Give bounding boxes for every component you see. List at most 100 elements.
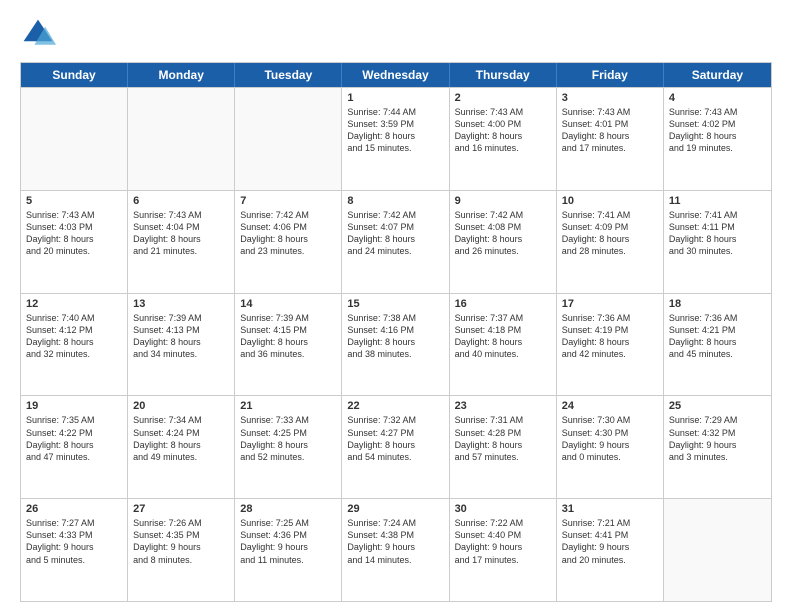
day-info: Sunrise: 7:33 AM Sunset: 4:25 PM Dayligh… (240, 414, 336, 463)
header-day-sunday: Sunday (21, 63, 128, 87)
calendar-day-empty (664, 499, 771, 601)
calendar-day-31: 31Sunrise: 7:21 AM Sunset: 4:41 PM Dayli… (557, 499, 664, 601)
calendar-day-29: 29Sunrise: 7:24 AM Sunset: 4:38 PM Dayli… (342, 499, 449, 601)
calendar-day-empty (128, 88, 235, 190)
day-info: Sunrise: 7:30 AM Sunset: 4:30 PM Dayligh… (562, 414, 658, 463)
day-info: Sunrise: 7:43 AM Sunset: 4:00 PM Dayligh… (455, 106, 551, 155)
day-info: Sunrise: 7:42 AM Sunset: 4:08 PM Dayligh… (455, 209, 551, 258)
calendar-day-17: 17 Sunrise: 7:36 AM Sunset: 4:19 PM Dayli… (557, 294, 664, 396)
day-info: Sunrise: 7:35 AM Sunset: 4:22 PM Dayligh… (26, 414, 122, 463)
day-number: 4 (669, 92, 766, 104)
calendar-day-5: 5 Sunrise: 7:43 AM Sunset: 4:03 PM Daylig… (21, 191, 128, 293)
day-number: 19 (26, 400, 122, 412)
day-number: 8 (347, 195, 443, 207)
day-info: Sunrise: 7:38 AM Sunset: 4:16 PM Dayligh… (347, 312, 443, 361)
calendar-day-30: 30 Sunrise: 7:22 AM Sunset: 4:40 PM Dayli… (450, 499, 557, 601)
calendar-day-26: 26 Sunrise: 7:27 AM Sunset: 4:33 PM Dayli… (21, 499, 128, 601)
day-number: 16 (455, 298, 551, 310)
day-number: 25 (669, 400, 766, 412)
calendar-day-2: 2 Sunrise: 7:43 AM Sunset: 4:00 PM Daylig… (450, 88, 557, 190)
calendar-day-24: 24Sunrise: 7:30 AM Sunset: 4:30 PM Dayli… (557, 396, 664, 498)
day-info: Sunrise: 7:27 AM Sunset: 4:33 PM Dayligh… (26, 517, 122, 566)
day-info: Sunrise: 7:41 AM Sunset: 4:09 PM Dayligh… (562, 209, 658, 258)
calendar-row-5: 26 Sunrise: 7:27 AM Sunset: 4:33 PM Dayli… (21, 498, 771, 601)
day-info: Sunrise: 7:39 AM Sunset: 4:13 PM Dayligh… (133, 312, 229, 361)
logo (20, 16, 60, 52)
calendar-day-28: 28 Sunrise: 7:25 AM Sunset: 4:36 PM Dayli… (235, 499, 342, 601)
calendar-day-12: 12 Sunrise: 7:40 AM Sunset: 4:12 PM Dayli… (21, 294, 128, 396)
day-number: 23 (455, 400, 551, 412)
header-day-monday: Monday (128, 63, 235, 87)
day-info: Sunrise: 7:26 AM Sunset: 4:35 PM Dayligh… (133, 517, 229, 566)
day-number: 3 (562, 92, 658, 104)
day-info: Sunrise: 7:25 AM Sunset: 4:36 PM Dayligh… (240, 517, 336, 566)
day-number: 9 (455, 195, 551, 207)
day-number: 22 (347, 400, 443, 412)
calendar-day-20: 20 Sunrise: 7:34 AM Sunset: 4:24 PM Dayli… (128, 396, 235, 498)
day-info: Sunrise: 7:42 AM Sunset: 4:06 PM Dayligh… (240, 209, 336, 258)
day-info: Sunrise: 7:41 AM Sunset: 4:11 PM Dayligh… (669, 209, 766, 258)
calendar-day-1: 1 Sunrise: 7:44 AM Sunset: 3:59 PM Daylig… (342, 88, 449, 190)
day-info: Sunrise: 7:36 AM Sunset: 4:19 PM Dayligh… (562, 312, 658, 361)
calendar-day-14: 14 Sunrise: 7:39 AM Sunset: 4:15 PM Dayli… (235, 294, 342, 396)
header (20, 16, 772, 52)
day-info: Sunrise: 7:43 AM Sunset: 4:04 PM Dayligh… (133, 209, 229, 258)
calendar-day-empty (21, 88, 128, 190)
calendar-day-23: 23 Sunrise: 7:31 AM Sunset: 4:28 PM Dayli… (450, 396, 557, 498)
calendar-body: 1 Sunrise: 7:44 AM Sunset: 3:59 PM Daylig… (21, 87, 771, 601)
day-number: 26 (26, 503, 122, 515)
day-number: 30 (455, 503, 551, 515)
day-info: Sunrise: 7:32 AM Sunset: 4:27 PM Dayligh… (347, 414, 443, 463)
day-info: Sunrise: 7:29 AM Sunset: 4:32 PM Dayligh… (669, 414, 766, 463)
day-number: 20 (133, 400, 229, 412)
day-info: Sunrise: 7:43 AM Sunset: 4:03 PM Dayligh… (26, 209, 122, 258)
day-number: 13 (133, 298, 229, 310)
page: SundayMondayTuesdayWednesdayThursdayFrid… (0, 0, 792, 612)
day-number: 21 (240, 400, 336, 412)
day-number: 28 (240, 503, 336, 515)
header-day-tuesday: Tuesday (235, 63, 342, 87)
day-number: 15 (347, 298, 443, 310)
logo-icon (20, 16, 56, 52)
calendar-day-4: 4Sunrise: 7:43 AM Sunset: 4:02 PM Daylig… (664, 88, 771, 190)
day-number: 17 (562, 298, 658, 310)
day-number: 11 (669, 195, 766, 207)
calendar-day-25: 25 Sunrise: 7:29 AM Sunset: 4:32 PM Dayli… (664, 396, 771, 498)
calendar-row-1: 1 Sunrise: 7:44 AM Sunset: 3:59 PM Daylig… (21, 87, 771, 190)
calendar-day-empty (235, 88, 342, 190)
day-info: Sunrise: 7:21 AM Sunset: 4:41 PM Dayligh… (562, 517, 658, 566)
calendar-day-27: 27 Sunrise: 7:26 AM Sunset: 4:35 PM Dayli… (128, 499, 235, 601)
day-number: 14 (240, 298, 336, 310)
day-number: 5 (26, 195, 122, 207)
calendar-row-3: 12 Sunrise: 7:40 AM Sunset: 4:12 PM Dayli… (21, 293, 771, 396)
day-number: 12 (26, 298, 122, 310)
calendar-day-18: 18Sunrise: 7:36 AM Sunset: 4:21 PM Dayli… (664, 294, 771, 396)
day-number: 10 (562, 195, 658, 207)
calendar-day-6: 6 Sunrise: 7:43 AM Sunset: 4:04 PM Daylig… (128, 191, 235, 293)
calendar-header: SundayMondayTuesdayWednesdayThursdayFrid… (21, 63, 771, 87)
calendar-day-22: 22 Sunrise: 7:32 AM Sunset: 4:27 PM Dayli… (342, 396, 449, 498)
day-info: Sunrise: 7:22 AM Sunset: 4:40 PM Dayligh… (455, 517, 551, 566)
day-info: Sunrise: 7:34 AM Sunset: 4:24 PM Dayligh… (133, 414, 229, 463)
day-info: Sunrise: 7:36 AM Sunset: 4:21 PM Dayligh… (669, 312, 766, 361)
day-info: Sunrise: 7:24 AM Sunset: 4:38 PM Dayligh… (347, 517, 443, 566)
day-info: Sunrise: 7:42 AM Sunset: 4:07 PM Dayligh… (347, 209, 443, 258)
calendar-day-10: 10 Sunrise: 7:41 AM Sunset: 4:09 PM Dayli… (557, 191, 664, 293)
day-number: 1 (347, 92, 443, 104)
calendar-day-19: 19 Sunrise: 7:35 AM Sunset: 4:22 PM Dayli… (21, 396, 128, 498)
calendar-day-7: 7Sunrise: 7:42 AM Sunset: 4:06 PM Daylig… (235, 191, 342, 293)
day-info: Sunrise: 7:31 AM Sunset: 4:28 PM Dayligh… (455, 414, 551, 463)
header-day-saturday: Saturday (664, 63, 771, 87)
day-number: 27 (133, 503, 229, 515)
calendar-day-8: 8 Sunrise: 7:42 AM Sunset: 4:07 PM Daylig… (342, 191, 449, 293)
day-info: Sunrise: 7:44 AM Sunset: 3:59 PM Dayligh… (347, 106, 443, 155)
header-day-wednesday: Wednesday (342, 63, 449, 87)
calendar: SundayMondayTuesdayWednesdayThursdayFrid… (20, 62, 772, 602)
day-number: 6 (133, 195, 229, 207)
day-info: Sunrise: 7:39 AM Sunset: 4:15 PM Dayligh… (240, 312, 336, 361)
day-info: Sunrise: 7:40 AM Sunset: 4:12 PM Dayligh… (26, 312, 122, 361)
calendar-day-9: 9 Sunrise: 7:42 AM Sunset: 4:08 PM Daylig… (450, 191, 557, 293)
header-day-friday: Friday (557, 63, 664, 87)
day-number: 2 (455, 92, 551, 104)
header-day-thursday: Thursday (450, 63, 557, 87)
